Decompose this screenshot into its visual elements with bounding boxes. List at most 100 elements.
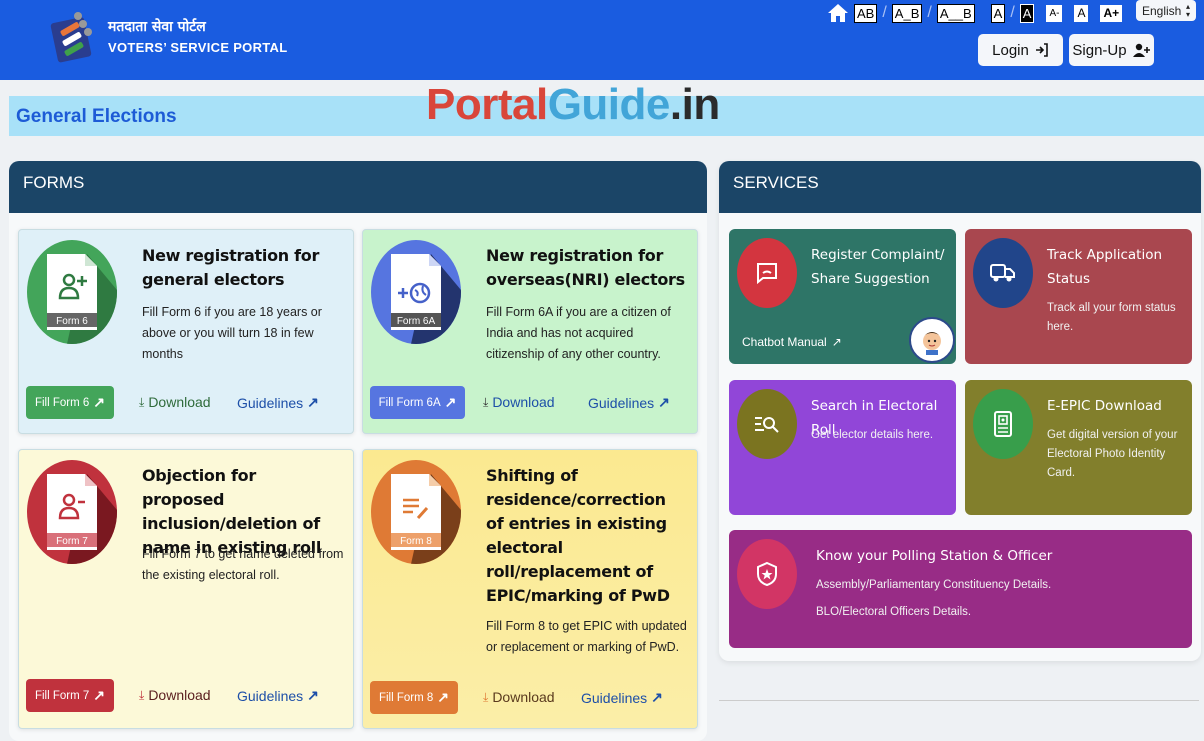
- form-card-6a: Form 6A New registration for overseas(NR…: [362, 229, 698, 434]
- watermark-part1: Portal: [426, 80, 548, 129]
- form-description: Fill Form 6A if you are a citizen of Ind…: [486, 305, 671, 361]
- service-description-line-1: Assembly/Parliamentary Constituency Deta…: [816, 579, 1052, 591]
- login-label: Login: [992, 41, 1029, 59]
- form-title: New registration for overseas(NRI) elect…: [486, 246, 685, 289]
- brand-english: VOTERS’ SERVICE PORTAL: [108, 40, 288, 55]
- header: मतदाता सेवा पोर्टल VOTERS’ SERVICE PORTA…: [0, 0, 1204, 80]
- fill-form-7-button[interactable]: Fill Form 7 ↗: [26, 679, 114, 712]
- form-card-7: Form 7 Objection for proposed inclusion/…: [18, 449, 354, 729]
- mascot-face-icon: [923, 332, 941, 355]
- download-form-6a-link[interactable]: ⤓ Download: [483, 394, 555, 410]
- form-card-6: Form 6 New registration for general elec…: [18, 229, 354, 434]
- forms-heading: FORMS: [9, 161, 707, 213]
- watermark-part3: .in: [669, 80, 720, 129]
- form-description: Fill Form 6 if you are 18 years or above…: [142, 305, 322, 361]
- service-description: Get elector details here.: [811, 429, 934, 441]
- service-title: Register Complaint/ Share Suggestion: [811, 247, 945, 287]
- font-decrease-button[interactable]: A-: [1046, 4, 1063, 22]
- separator: /: [882, 4, 887, 21]
- service-title: Track Application Status: [1047, 247, 1163, 287]
- chat-icon: [737, 238, 797, 308]
- external-link-icon: ↗: [831, 335, 842, 349]
- download-label: Download: [148, 394, 211, 410]
- external-link-icon: ↗: [444, 394, 457, 410]
- download-label: Download: [492, 689, 555, 705]
- fill-label: Fill Form 6A: [378, 396, 441, 409]
- download-label: Download: [148, 687, 211, 703]
- spacing-large-button[interactable]: A__B: [936, 3, 975, 23]
- fill-form-6-button[interactable]: Fill Form 6 ↗: [26, 386, 114, 419]
- banner-title: General Elections: [16, 106, 177, 127]
- download-label: Download: [492, 394, 555, 410]
- user-plus-icon: [1132, 43, 1150, 57]
- form-description: Fill Form 8 to get EPIC with updated or …: [486, 619, 687, 654]
- external-link-icon: ↗: [307, 687, 319, 703]
- service-description: Get digital version of your Electoral Ph…: [1047, 429, 1178, 479]
- form-8-icon: Form 8: [371, 460, 461, 564]
- voter-mitra-mascot[interactable]: [909, 317, 955, 363]
- contrast-high-button[interactable]: A: [1019, 3, 1035, 23]
- signup-button[interactable]: Sign-Up: [1069, 34, 1154, 66]
- fill-label: Fill Form 8: [378, 691, 434, 704]
- external-link-icon: ↗: [93, 394, 106, 410]
- shield-star-icon: [737, 539, 797, 609]
- watermark-part2: Guide: [547, 80, 671, 129]
- service-card-search[interactable]: Search in Electoral Roll Get elector det…: [729, 380, 956, 515]
- download-icon: ⤓: [139, 394, 145, 409]
- language-select[interactable]: English ▴ ▾: [1136, 0, 1196, 21]
- service-card-epic[interactable]: E-EPIC Download Get digital version of y…: [965, 380, 1192, 515]
- download-form-8-link[interactable]: ⤓ Download: [483, 689, 555, 705]
- form-title: New registration for general electors: [142, 246, 320, 289]
- search-list-icon: [737, 389, 797, 459]
- service-title: E-EPIC Download: [1047, 398, 1162, 414]
- fill-label: Fill Form 6: [34, 396, 90, 409]
- form-6a-icon: Form 6A: [371, 240, 461, 344]
- form-description: Fill Form 7 to get name deleted from the…: [142, 547, 344, 582]
- spacing-medium-button[interactable]: A_B: [891, 3, 923, 23]
- brand-hindi: मतदाता सेवा पोर्टल: [108, 19, 206, 35]
- guidelines-form-7-link[interactable]: Guidelines ↗: [237, 687, 319, 704]
- truck-icon: [973, 238, 1033, 308]
- guidelines-form-8-link[interactable]: Guidelines ↗: [581, 689, 663, 706]
- font-increase-button[interactable]: A+: [1100, 4, 1123, 22]
- download-form-6-link[interactable]: ⤓ Download: [139, 394, 211, 410]
- guidelines-label: Guidelines: [588, 394, 655, 411]
- download-form-7-link[interactable]: ⤓ Download: [139, 687, 211, 703]
- home-icon[interactable]: [826, 2, 850, 24]
- separator: /: [1010, 4, 1015, 21]
- form-card-8: Form 8 Shifting of residence/correction …: [362, 449, 698, 729]
- watermark: PortalGuide.in: [426, 80, 720, 130]
- external-link-icon: ↗: [658, 394, 670, 410]
- guidelines-label: Guidelines: [581, 689, 648, 706]
- accessibility-toolbar: AB / A_B / A__B A / A A- A A+: [826, 2, 1123, 24]
- eci-logo-icon: [50, 12, 92, 63]
- guidelines-form-6-link[interactable]: Guidelines ↗: [237, 394, 319, 411]
- service-card-complaint[interactable]: Register Complaint/ Share Suggestion Cha…: [729, 229, 956, 364]
- download-icon: ⤓: [483, 689, 489, 704]
- font-normal-button[interactable]: A: [1074, 4, 1089, 22]
- service-title: Know your Polling Station & Officer: [816, 548, 1053, 564]
- divider: [719, 700, 1199, 701]
- fill-form-8-button[interactable]: Fill Form 8 ↗: [370, 681, 458, 714]
- download-icon: ⤓: [483, 394, 489, 409]
- form-icon-label: Form 8: [400, 536, 432, 547]
- chatbot-manual-link[interactable]: Chatbot Manual ↗: [742, 335, 842, 349]
- guidelines-label: Guidelines: [237, 687, 304, 704]
- service-card-polling[interactable]: Know your Polling Station & Officer Asse…: [729, 530, 1192, 648]
- service-description: Track all your form status here.: [1047, 302, 1176, 333]
- external-link-icon: ↗: [437, 689, 450, 705]
- spacing-normal-button[interactable]: AB: [854, 3, 878, 23]
- services-heading: SERVICES: [719, 161, 1201, 213]
- external-link-icon: ↗: [93, 687, 106, 703]
- form-icon-label: Form 6: [56, 316, 88, 327]
- form-6-icon: Form 6: [27, 240, 117, 344]
- login-button[interactable]: Login: [978, 34, 1063, 66]
- form-title: Shifting of residence/correction of entr…: [486, 466, 670, 605]
- guidelines-form-6a-link[interactable]: Guidelines ↗: [588, 394, 670, 411]
- service-card-track[interactable]: Track Application Status Track all your …: [965, 229, 1192, 364]
- external-link-icon: ↗: [651, 689, 663, 705]
- form-7-icon: Form 7: [27, 460, 117, 564]
- contrast-normal-button[interactable]: A: [990, 3, 1006, 23]
- fill-form-6a-button[interactable]: Fill Form 6A ↗: [370, 386, 465, 419]
- login-icon: [1035, 43, 1048, 57]
